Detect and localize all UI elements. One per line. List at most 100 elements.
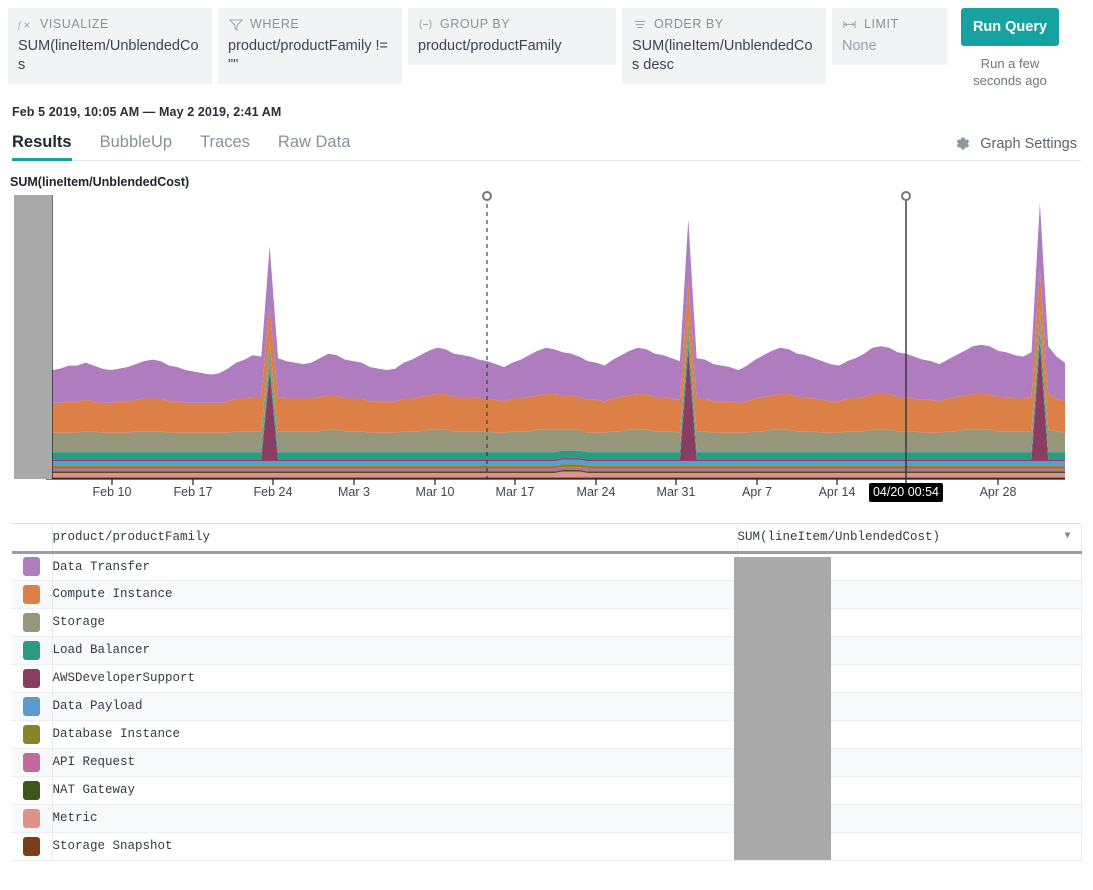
query-card-order-by[interactable]: ORDER BY SUM(lineItem/UnblendedCos desc — [622, 8, 826, 84]
x-axis-tick-label: Mar 17 — [496, 485, 535, 499]
query-card-group-by[interactable]: GROUP BY product/productFamily — [408, 8, 616, 65]
tab-bubbleup[interactable]: BubbleUp — [100, 133, 172, 160]
table-row[interactable]: Database Instance — [12, 720, 1081, 748]
series-color-swatch — [23, 725, 40, 744]
row-product-family-cell[interactable]: Data Payload — [52, 692, 737, 720]
row-product-family-cell[interactable]: Metric — [52, 804, 737, 832]
area-series-data-transfer — [52, 203, 1065, 403]
results-table-head: product/productFamily SUM(lineItem/Unble… — [12, 524, 1081, 552]
results-table-header-row: product/productFamily SUM(lineItem/Unble… — [12, 524, 1081, 552]
svg-text:f: f — [18, 19, 22, 30]
x-axis-tick-label: Apr 14 — [819, 485, 856, 499]
query-card-where[interactable]: WHERE product/productFamily != "" — [218, 8, 402, 84]
query-builder-bar: f VISUALIZE SUM(lineItem/UnblendedCos WH… — [0, 0, 1093, 100]
table-row[interactable]: Storage — [12, 608, 1081, 636]
row-product-family-cell[interactable]: Data Transfer — [52, 552, 737, 580]
gear-icon — [954, 135, 971, 152]
x-axis-tick-label: Feb 24 — [254, 485, 293, 499]
row-product-family-cell[interactable]: Load Balancer — [52, 636, 737, 664]
circle-marker-1[interactable] — [902, 192, 910, 200]
row-color-swatch-cell — [12, 804, 52, 832]
query-card-group-by-value[interactable]: product/productFamily — [418, 37, 606, 56]
query-card-limit-header: LIMIT — [842, 16, 937, 32]
chart-container: SUM(lineItem/UnblendedCost) 0 Feb 10Feb … — [0, 175, 1093, 515]
run-query-area: Run Query Run a few seconds ago — [961, 8, 1059, 89]
series-color-swatch — [23, 697, 40, 716]
series-color-swatch — [23, 837, 40, 856]
run-query-button[interactable]: Run Query — [961, 8, 1059, 46]
row-product-family-cell[interactable]: Storage — [52, 608, 737, 636]
query-card-limit-label: LIMIT — [864, 17, 899, 31]
row-product-family-cell[interactable]: API Request — [52, 748, 737, 776]
table-row[interactable]: NAT Gateway — [12, 776, 1081, 804]
column-header-product-family[interactable]: product/productFamily — [52, 524, 737, 552]
query-card-visualize[interactable]: f VISUALIZE SUM(lineItem/UnblendedCos — [8, 8, 212, 84]
tab-raw-data[interactable]: Raw Data — [278, 133, 350, 160]
series-color-swatch — [23, 809, 40, 828]
row-color-swatch-cell — [12, 552, 52, 580]
stacked-area-chart[interactable] — [0, 191, 1093, 515]
query-card-order-by-label: ORDER BY — [654, 17, 724, 31]
column-header-sum-unblended-cost[interactable]: SUM(lineItem/UnblendedCost) ▼ — [737, 524, 1081, 552]
table-row[interactable]: Storage Snapshot — [12, 832, 1081, 860]
caret-down-icon[interactable]: ▼ — [1064, 530, 1070, 544]
column-header-sum-label: SUM(lineItem/UnblendedCost) — [738, 530, 941, 544]
column-header-swatch — [12, 524, 52, 552]
x-axis-tick-label: Mar 24 — [577, 485, 616, 499]
function-icon: f — [18, 18, 33, 31]
table-row[interactable]: API Request — [12, 748, 1081, 776]
tab-results[interactable]: Results — [12, 133, 72, 160]
row-product-family-cell[interactable]: Database Instance — [52, 720, 737, 748]
query-card-visualize-label: VISUALIZE — [40, 17, 109, 31]
x-axis-hover-tooltip: 04/20 00:54 — [869, 483, 943, 502]
row-color-swatch-cell — [12, 748, 52, 776]
query-card-limit[interactable]: LIMIT None — [832, 8, 947, 65]
series-color-swatch — [23, 781, 40, 800]
row-product-family-cell[interactable]: AWSDeveloperSupport — [52, 664, 737, 692]
table-row[interactable]: Metric — [12, 804, 1081, 832]
x-axis-tick-label: Feb 17 — [174, 485, 213, 499]
filter-icon — [228, 18, 243, 31]
circle-marker-0[interactable] — [483, 192, 491, 200]
table-row[interactable]: Data Transfer — [12, 552, 1081, 580]
row-product-family-cell[interactable]: Compute Instance — [52, 580, 737, 608]
series-color-swatch — [23, 641, 40, 660]
results-tab-bar: Results BubbleUp Traces Raw Data Graph S… — [12, 128, 1081, 161]
series-color-swatch — [23, 669, 40, 688]
table-row[interactable]: Compute Instance — [12, 580, 1081, 608]
graph-settings-label: Graph Settings — [980, 136, 1077, 152]
query-card-where-value[interactable]: product/productFamily != "" — [228, 37, 392, 75]
query-card-group-by-label: GROUP BY — [440, 17, 510, 31]
graph-settings-button[interactable]: Graph Settings — [954, 135, 1077, 152]
series-color-swatch — [23, 613, 40, 632]
sort-icon — [632, 18, 647, 31]
results-table-container: product/productFamily SUM(lineItem/Unble… — [12, 523, 1081, 861]
table-row[interactable]: AWSDeveloperSupport — [12, 664, 1081, 692]
tab-traces[interactable]: Traces — [200, 133, 250, 160]
x-axis-tick-label: Mar 3 — [338, 485, 370, 499]
row-color-swatch-cell — [12, 608, 52, 636]
chart-left-redaction-mask — [14, 195, 52, 479]
run-status-text: Run a few seconds ago — [964, 55, 1056, 89]
chart-y-axis-title: SUM(lineItem/UnblendedCost) — [10, 175, 189, 189]
query-card-visualize-header: f VISUALIZE — [18, 16, 202, 32]
row-color-swatch-cell — [12, 580, 52, 608]
results-table-body: Data TransferCompute InstanceStorageLoad… — [12, 552, 1081, 860]
row-product-family-cell[interactable]: Storage Snapshot — [52, 832, 737, 860]
table-row[interactable]: Data Payload — [12, 692, 1081, 720]
query-card-visualize-value[interactable]: SUM(lineItem/UnblendedCos — [18, 37, 202, 75]
x-axis-tick-label: Apr 28 — [980, 485, 1017, 499]
x-axis-tick-label: Apr 7 — [742, 485, 772, 499]
query-card-limit-value[interactable]: None — [842, 37, 937, 56]
limit-icon — [842, 18, 857, 31]
row-color-swatch-cell — [12, 692, 52, 720]
row-color-swatch-cell — [12, 636, 52, 664]
results-value-column-redaction-mask — [734, 557, 831, 860]
date-range-label[interactable]: Feb 5 2019, 10:05 AM — May 2 2019, 2:41 … — [12, 105, 1093, 119]
table-row[interactable]: Load Balancer — [12, 636, 1081, 664]
row-product-family-cell[interactable]: NAT Gateway — [52, 776, 737, 804]
results-table: product/productFamily SUM(lineItem/Unble… — [12, 524, 1082, 861]
query-card-order-by-value[interactable]: SUM(lineItem/UnblendedCos desc — [632, 37, 816, 75]
series-color-swatch — [23, 557, 40, 576]
query-card-group-by-header: GROUP BY — [418, 16, 606, 32]
